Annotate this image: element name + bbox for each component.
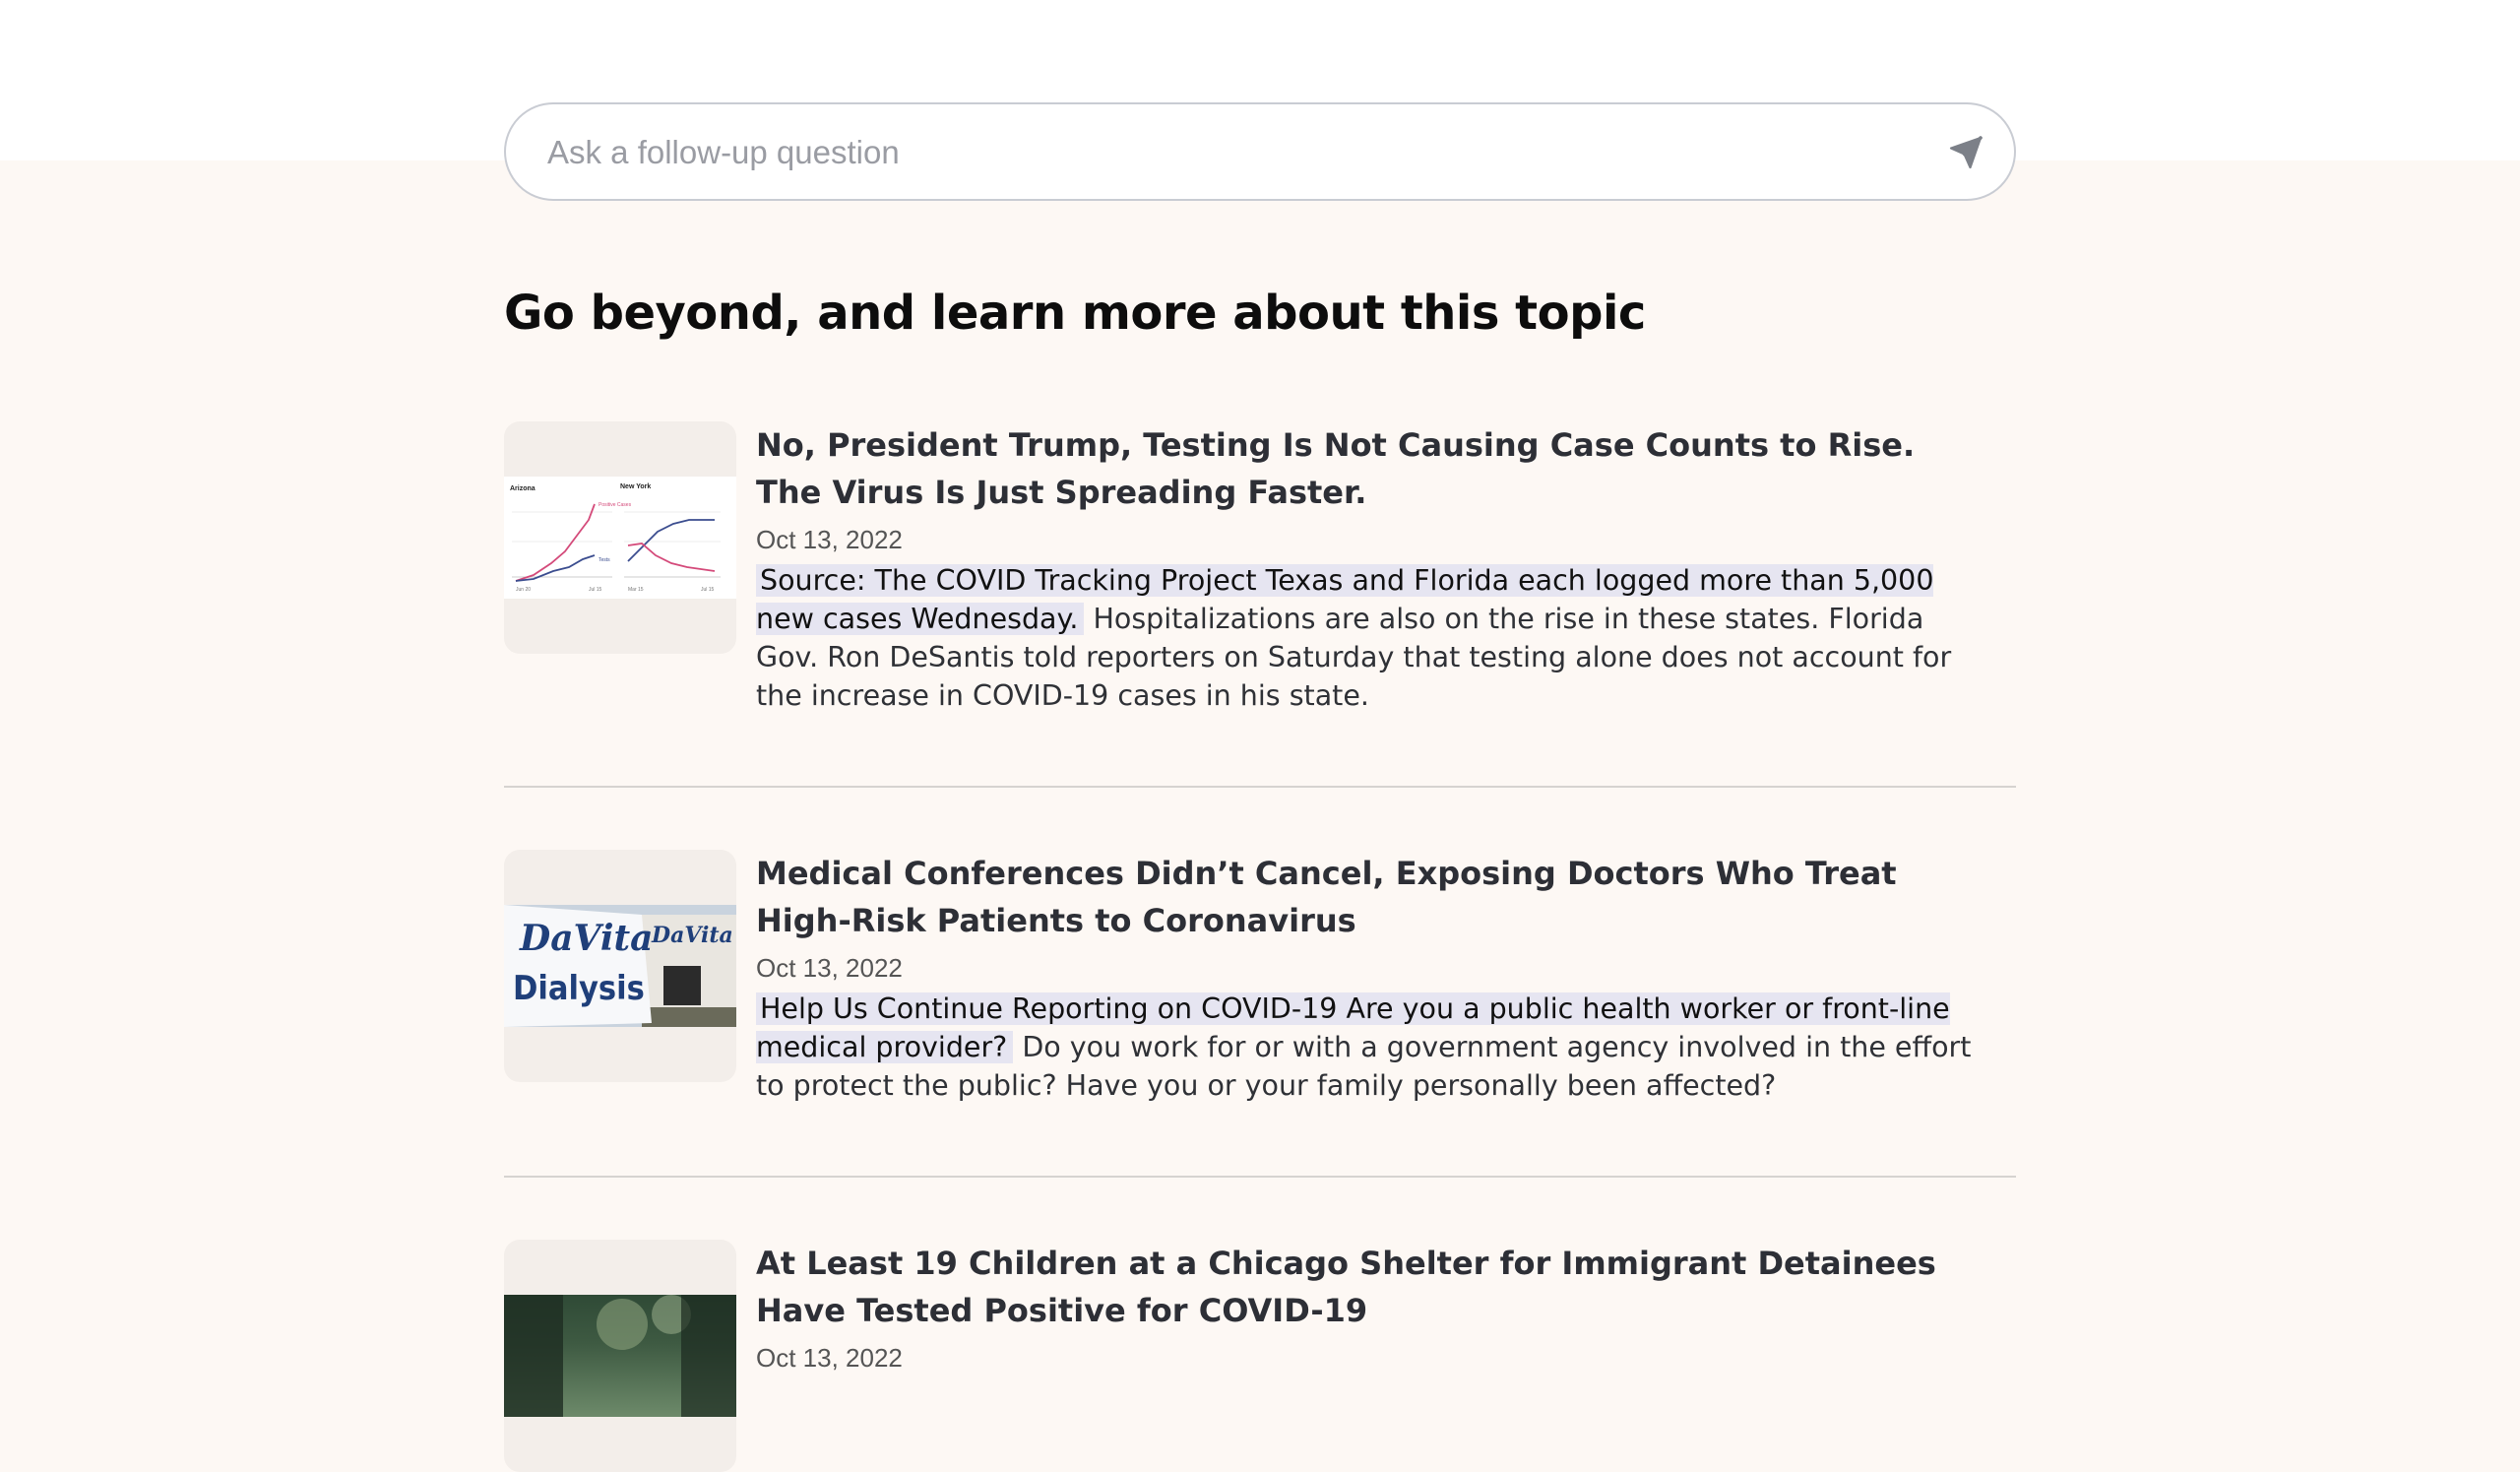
article-thumbnail[interactable]: Arizona New York Positive Cases Tests Ju… <box>504 421 736 654</box>
mini-chart: Arizona New York Positive Cases Tests Ju… <box>510 483 721 593</box>
follow-up-search-bar[interactable] <box>504 102 2016 201</box>
sign-dialysis-text: Dialysis <box>513 968 645 1007</box>
article-date: Oct 13, 2022 <box>756 953 903 983</box>
chart-thumbnail-image: Arizona New York Positive Cases Tests Ju… <box>504 477 736 599</box>
article-text: No, President Trump, Testing Is Not Caus… <box>756 421 1986 715</box>
article-text: Medical Conferences Didn’t Cancel, Expos… <box>756 850 1986 1105</box>
svg-text:Jul 15: Jul 15 <box>701 587 715 593</box>
article-text: At Least 19 Children at a Chicago Shelte… <box>756 1240 1986 1376</box>
chart-tag-positive: Positive Cases <box>598 502 632 508</box>
building-sign-text: DaVita <box>651 923 733 948</box>
shelter-thumbnail-image <box>504 1295 736 1417</box>
article-date: Oct 13, 2022 <box>756 525 903 554</box>
dialysis-thumbnail-image: DaVita Dialysis DaVita <box>504 905 736 1027</box>
send-icon <box>1949 136 1983 169</box>
chart-label-right: New York <box>620 483 651 490</box>
chart-label-left: Arizona <box>510 485 536 492</box>
article-snippet: Source: The COVID Tracking Project Texas… <box>756 561 1986 715</box>
article-thumbnail[interactable]: DaVita Dialysis DaVita <box>504 850 736 1082</box>
article-title[interactable]: No, President Trump, Testing Is Not Caus… <box>756 421 1986 516</box>
chart-tag-tests: Tests <box>598 557 610 563</box>
article-title[interactable]: Medical Conferences Didn’t Cancel, Expos… <box>756 850 1986 944</box>
svg-text:Mar 15: Mar 15 <box>628 587 644 593</box>
article-date: Oct 13, 2022 <box>756 1343 903 1373</box>
article-thumbnail[interactable] <box>504 1240 736 1472</box>
article-divider <box>504 786 2016 788</box>
follow-up-input[interactable] <box>545 104 1908 201</box>
svg-text:Jul 15: Jul 15 <box>589 587 602 593</box>
article-title[interactable]: At Least 19 Children at a Chicago Shelte… <box>756 1240 1986 1334</box>
article-snippet: Help Us Continue Reporting on COVID-19 A… <box>756 990 1986 1105</box>
article-divider <box>504 1176 2016 1178</box>
chart-line-positive <box>515 503 596 582</box>
shelter-photo <box>504 1295 736 1417</box>
davita-photo: DaVita Dialysis DaVita <box>504 905 736 1027</box>
section-title: Go beyond, and learn more about this top… <box>504 286 1646 341</box>
sign-brand-text: DaVita <box>519 918 653 959</box>
svg-text:Jun 20: Jun 20 <box>516 587 531 593</box>
send-button[interactable] <box>1943 130 1988 175</box>
